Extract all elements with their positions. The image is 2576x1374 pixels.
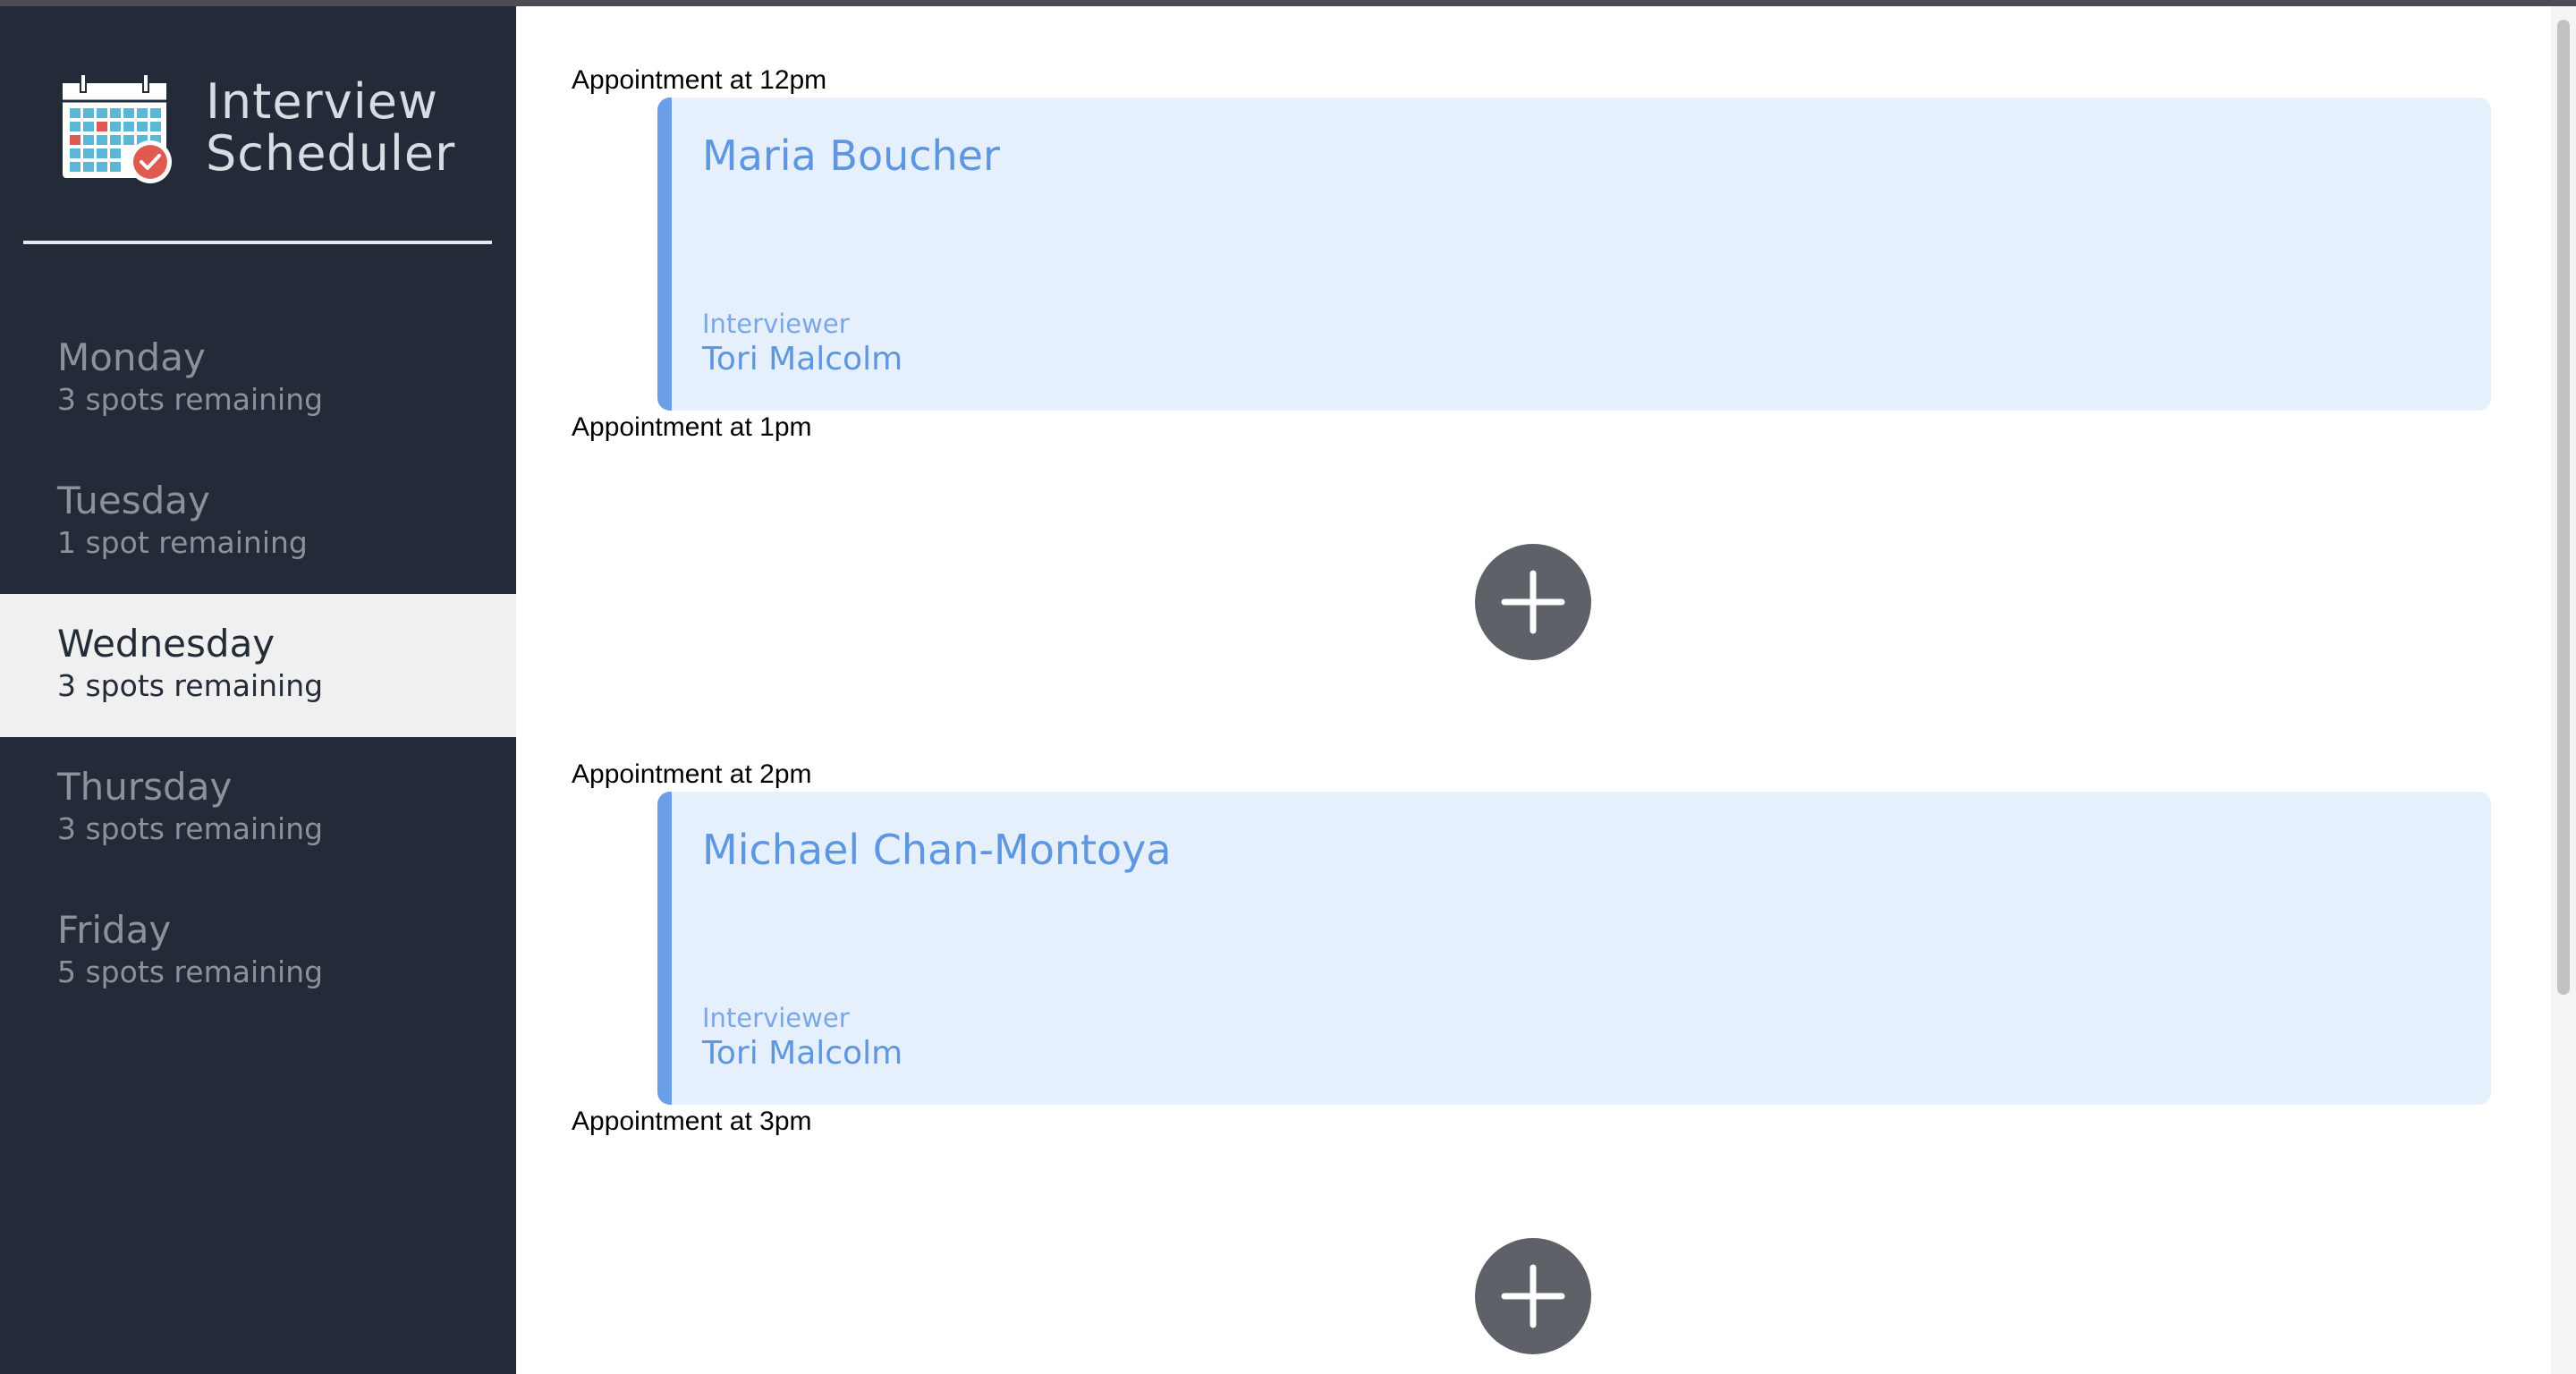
sidebar: Interview Scheduler Monday 3 spots remai… xyxy=(0,6,516,1374)
sidebar-item-monday[interactable]: Monday 3 spots remaining xyxy=(0,308,516,451)
calendar-check-icon xyxy=(63,73,172,183)
plus-icon xyxy=(1501,570,1565,634)
sidebar-item-thursday[interactable]: Thursday 3 spots remaining xyxy=(0,737,516,880)
day-name: Wednesday xyxy=(57,622,275,666)
sidebar-item-wednesday[interactable]: Wednesday 3 spots remaining xyxy=(0,594,516,737)
day-spots: 3 spots remaining xyxy=(57,811,324,846)
sidebar-item-tuesday[interactable]: Tuesday 1 spot remaining xyxy=(0,451,516,594)
day-name: Monday xyxy=(57,335,206,379)
appointment-time-label: Appointment at 12pm xyxy=(572,65,827,95)
app-title-line1: Interview xyxy=(206,73,439,130)
card-accent xyxy=(657,98,672,411)
appointment-time-label: Appointment at 2pm xyxy=(572,759,812,789)
schedule-main: Appointment at 12pm Maria Boucher Interv… xyxy=(516,6,2551,1374)
interviewer-name: Tori Malcolm xyxy=(702,341,903,377)
day-name: Thursday xyxy=(57,765,233,809)
appointment-time-label: Appointment at 3pm xyxy=(572,1107,812,1136)
day-spots: 3 spots remaining xyxy=(57,382,324,417)
day-spots: 5 spots remaining xyxy=(57,954,324,989)
add-appointment-button[interactable] xyxy=(1475,1238,1591,1354)
card-accent xyxy=(657,792,672,1105)
interviewer-name: Tori Malcolm xyxy=(702,1035,903,1072)
plus-icon xyxy=(1501,1264,1565,1328)
appointment-time-label: Appointment at 1pm xyxy=(572,412,812,442)
day-spots: 1 spot remaining xyxy=(57,525,308,560)
student-name: Michael Chan-Montoya xyxy=(702,826,1172,874)
scrollbar-thumb[interactable] xyxy=(2557,20,2570,995)
interviewer-label: Interviewer xyxy=(702,309,850,339)
sidebar-divider xyxy=(23,241,492,244)
appointment-card[interactable]: Michael Chan-Montoya Interviewer Tori Ma… xyxy=(657,792,2491,1105)
day-list: Monday 3 spots remaining Tuesday 1 spot … xyxy=(0,308,516,1023)
day-name: Tuesday xyxy=(57,479,210,522)
app-title-line2: Scheduler xyxy=(206,125,456,182)
day-name: Friday xyxy=(57,908,172,952)
add-appointment-button[interactable] xyxy=(1475,544,1591,660)
student-name: Maria Boucher xyxy=(702,131,1000,180)
app-title: Interview Scheduler xyxy=(206,76,455,180)
appointment-card[interactable]: Maria Boucher Interviewer Tori Malcolm xyxy=(657,98,2491,411)
window-top-border xyxy=(0,0,2576,6)
day-spots: 3 spots remaining xyxy=(57,668,324,703)
sidebar-item-friday[interactable]: Friday 5 spots remaining xyxy=(0,880,516,1023)
interviewer-label: Interviewer xyxy=(702,1003,850,1033)
